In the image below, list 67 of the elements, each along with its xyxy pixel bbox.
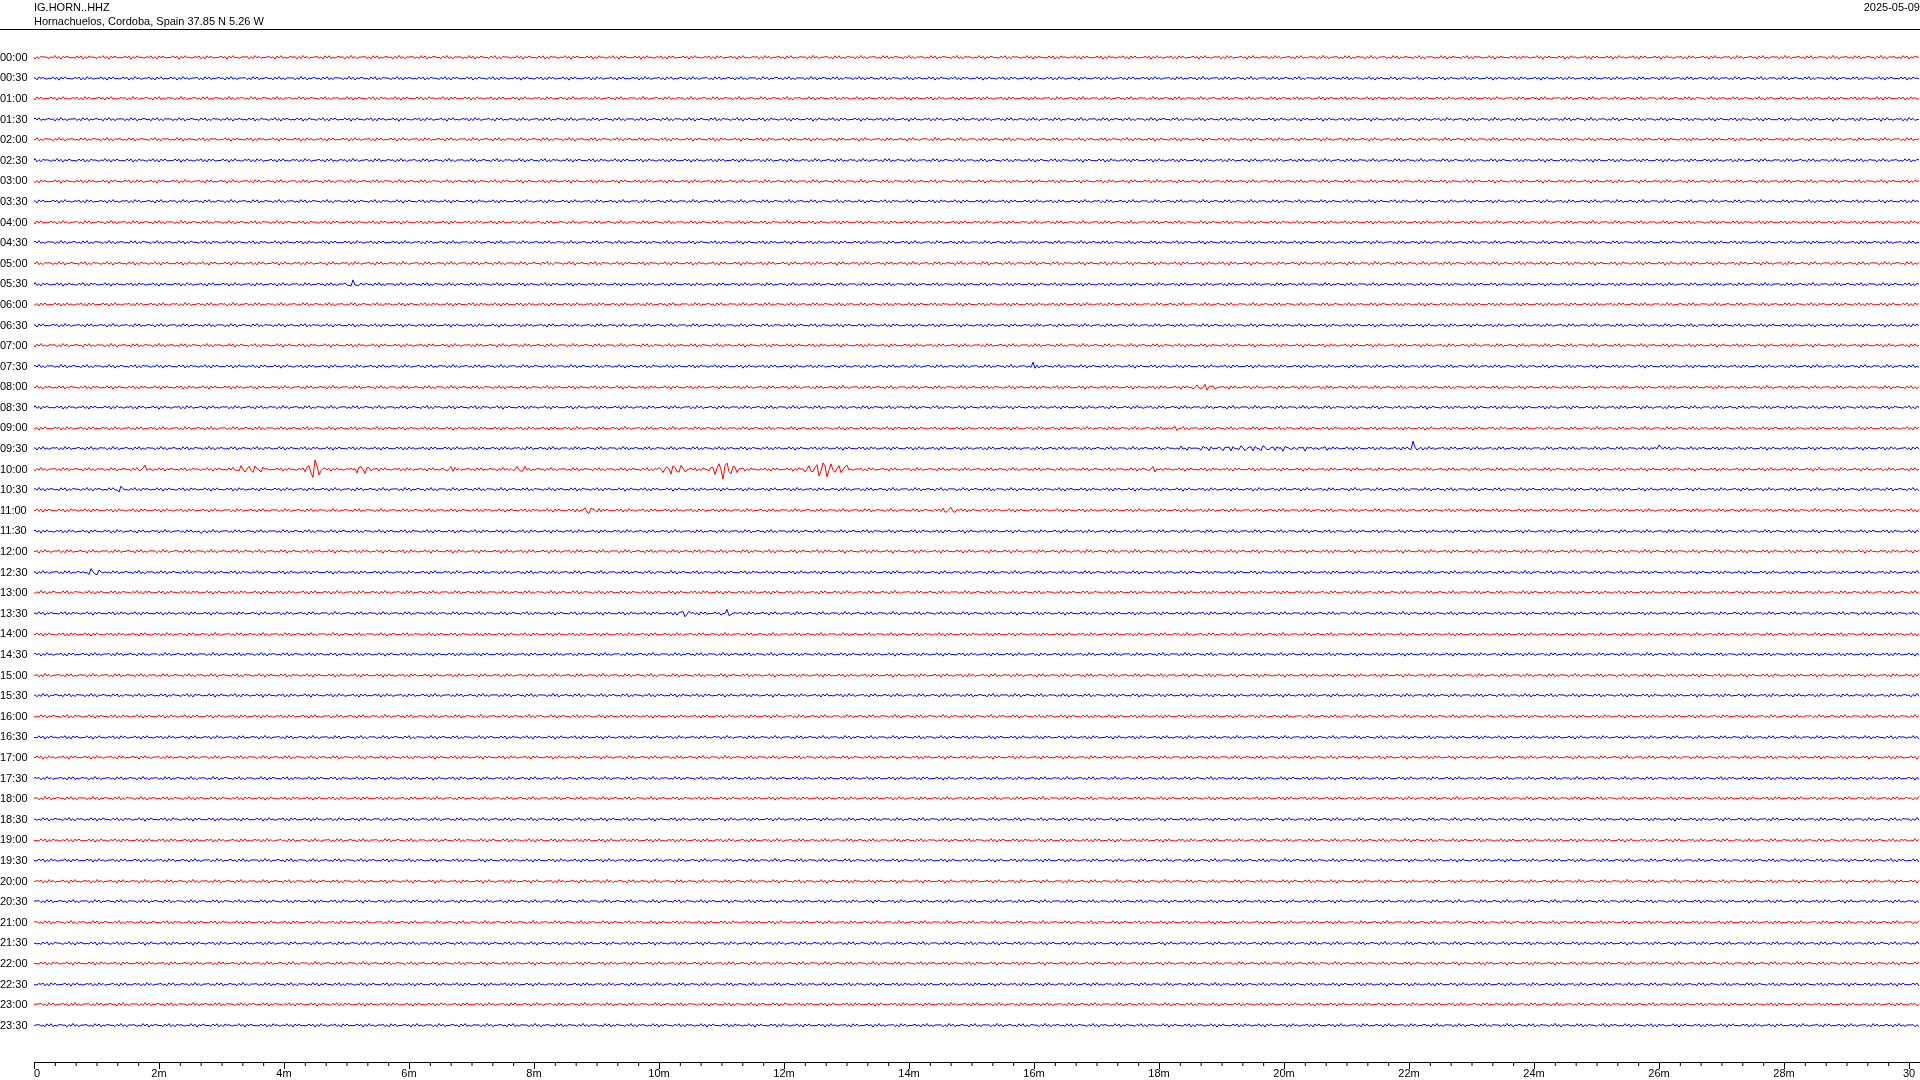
time-label: 05:00 <box>0 256 29 270</box>
axis-tick-label: 16m <box>1023 1066 1045 1079</box>
time-label: 20:30 <box>0 895 29 909</box>
time-label: 23:30 <box>0 1018 29 1032</box>
time-label: 09:00 <box>0 421 29 435</box>
axis-tick-label: 28m <box>1773 1066 1795 1079</box>
axis-tick-label: 20m <box>1273 1066 1295 1079</box>
time-label: 00:00 <box>0 50 29 64</box>
axis-tick-label: 0 <box>34 1066 41 1079</box>
time-label: 01:30 <box>0 112 29 126</box>
axis-tick-label: 8m <box>526 1066 542 1079</box>
time-label: 18:30 <box>0 812 29 826</box>
axis-tick-label: 14m <box>898 1066 920 1079</box>
time-label: 04:00 <box>0 215 29 229</box>
time-label: 03:30 <box>0 194 29 208</box>
time-label: 15:00 <box>0 668 29 682</box>
station-code: IG.HORN..HHZ <box>34 0 111 14</box>
time-label: 02:30 <box>0 153 29 167</box>
time-label: 11:00 <box>0 503 28 517</box>
axis-tick-label: 4m <box>276 1066 292 1079</box>
time-label: 07:30 <box>0 359 29 373</box>
time-label: 08:00 <box>0 380 29 394</box>
time-label: 07:00 <box>0 339 29 353</box>
axis-tick-label: 30 <box>1902 1066 1916 1079</box>
time-label: 06:00 <box>0 297 29 311</box>
time-label: 15:30 <box>0 689 29 703</box>
time-label: 12:30 <box>0 565 29 579</box>
time-label: 05:30 <box>0 277 29 291</box>
axis-tick-label: 2m <box>151 1066 167 1079</box>
time-label: 17:30 <box>0 771 29 785</box>
axis-tick-label: 18m <box>1148 1066 1170 1079</box>
axis-tick-label: 6m <box>401 1066 417 1079</box>
time-label: 19:00 <box>0 833 29 847</box>
time-label: 11:30 <box>0 524 28 538</box>
axis-tick-label: 10m <box>648 1066 670 1079</box>
time-label: 17:00 <box>0 751 29 764</box>
axis-tick-label: 26m <box>1648 1066 1670 1079</box>
axis-tick-label: 12m <box>773 1066 795 1079</box>
time-label: 12:00 <box>0 545 29 559</box>
plot-date: 2025-05-09 <box>1863 0 1920 14</box>
axis-tick-label: 24m <box>1523 1066 1545 1079</box>
time-label: 01:00 <box>0 92 29 105</box>
time-label: 13:00 <box>0 586 29 600</box>
time-label: 08:30 <box>0 400 29 414</box>
time-label: 16:00 <box>0 709 29 723</box>
time-label: 13:30 <box>0 606 29 620</box>
time-label: 02:00 <box>0 133 29 147</box>
time-label: 16:30 <box>0 730 29 744</box>
time-label: 21:30 <box>0 936 29 950</box>
station-location: Hornachuelos, Cordoba, Spain 37.85 N 5.26 W <box>34 14 264 28</box>
time-label: 04:30 <box>0 236 29 250</box>
time-label: 03:00 <box>0 174 29 188</box>
time-label: 00:30 <box>0 71 29 85</box>
time-label: 06:30 <box>0 318 29 332</box>
time-label: 22:00 <box>0 956 29 970</box>
time-label: 14:30 <box>0 648 29 661</box>
time-label: 09:30 <box>0 442 29 456</box>
time-label: 20:00 <box>0 874 29 888</box>
time-label: 10:00 <box>0 462 29 476</box>
time-label: 18:00 <box>0 792 29 806</box>
axis-tick-label: 22m <box>1398 1066 1420 1079</box>
time-label: 19:30 <box>0 853 29 867</box>
time-label: 10:30 <box>0 483 29 497</box>
time-label: 21:00 <box>0 915 29 929</box>
time-label: 14:00 <box>0 627 29 641</box>
time-label: 22:30 <box>0 977 29 991</box>
time-label: 23:00 <box>0 998 29 1012</box>
